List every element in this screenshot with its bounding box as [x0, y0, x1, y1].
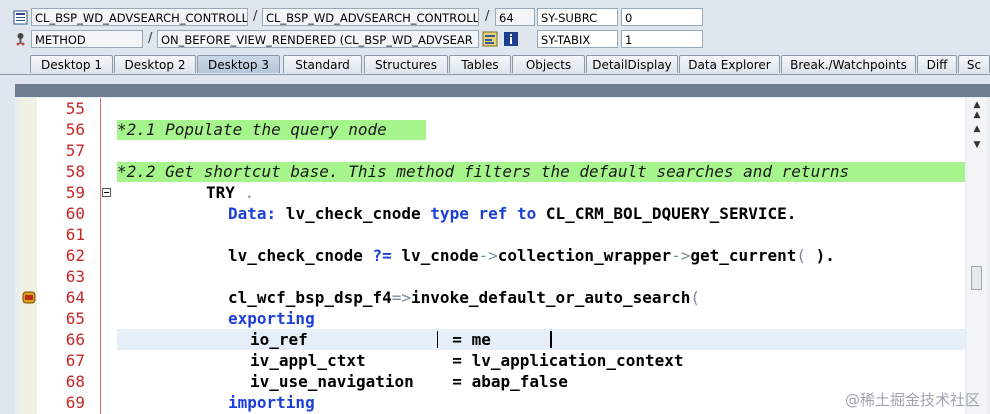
code-text: exporting	[228, 309, 315, 328]
line-number: 68	[65, 372, 85, 391]
tab-standard[interactable]: Standard	[283, 55, 362, 73]
separator: /	[253, 9, 258, 24]
collapse-block-icon[interactable]	[102, 188, 111, 197]
variable-value-sy-subrc[interactable]: 0	[621, 8, 703, 26]
code-text: importing	[228, 393, 315, 412]
code-text: cl_wcf_bsp_dsp_f4=>invoke_default_or_aut…	[228, 288, 701, 307]
variable-name-sy-subrc[interactable]: SY-SUBRC	[537, 8, 618, 26]
tab-diff[interactable]: Diff	[917, 55, 957, 73]
line-number: 67	[65, 351, 85, 370]
line-number: 64	[65, 288, 85, 307]
line-number: 62	[65, 246, 85, 265]
code-line[interactable]: 59 TRY .	[19, 182, 965, 203]
text-cursor	[437, 331, 438, 348]
tab-data-explorer[interactable]: Data Explorer	[679, 55, 780, 73]
code-text: io_ref = me	[250, 330, 491, 349]
code-line[interactable]: 58 *2.2 Get shortcut base. This method f…	[19, 161, 965, 182]
source-code-editor[interactable]: 55 56 *2.1 Populate the query node 57 58…	[19, 98, 965, 414]
line-number: 58	[65, 162, 85, 181]
code-text: lv_check_cnode ?= lv_cnode->collection_w…	[228, 246, 835, 265]
scroll-thumb[interactable]	[971, 266, 982, 290]
line-number: 55	[65, 99, 85, 118]
line-number: 61	[65, 225, 85, 244]
desktop-tab-strip: Desktop 1 Desktop 2 Desktop 3 Standard S…	[0, 55, 990, 75]
code-line[interactable]: 61	[19, 224, 965, 245]
tab-breakpoints-watchpoints[interactable]: Break./Watchpoints	[781, 55, 916, 73]
code-line[interactable]: 63	[19, 266, 965, 287]
debugger-header: CL_BSP_WD_ADVSEARCH_CONTROLLE / CL_BSP_W…	[0, 0, 990, 55]
line-number: 69	[65, 393, 85, 412]
editor-title-bar	[15, 84, 990, 97]
separator: /	[485, 9, 490, 24]
code-line[interactable]: 56 *2.1 Populate the query node	[19, 119, 965, 140]
source-code-frame: 55 56 *2.1 Populate the query node 57 58…	[15, 84, 990, 414]
program-list-icon	[13, 10, 28, 25]
line-number: 56	[65, 120, 85, 139]
scroll-down-icon[interactable]: ▼	[970, 140, 984, 150]
tab-objects[interactable]: Objects	[512, 55, 585, 73]
code-line[interactable]: 62 lv_check_cnode ?= lv_cnode->collectio…	[19, 245, 965, 266]
code-line[interactable]: 57	[19, 140, 965, 161]
program-name-field[interactable]: CL_BSP_WD_ADVSEARCH_CONTROLLE	[31, 8, 248, 26]
code-text: TRY .	[206, 183, 255, 202]
scroll-up-icon[interactable]: ▲	[970, 124, 984, 134]
variable-value-sy-tabix[interactable]: 1	[621, 30, 703, 48]
line-number: 63	[65, 267, 85, 286]
code-line[interactable]: 64 cl_wcf_bsp_dsp_f4=>invoke_default_or_…	[19, 287, 965, 308]
event-type-field[interactable]: METHOD	[31, 30, 143, 48]
method-pin-icon	[16, 33, 25, 46]
breakpoint-icon[interactable]	[22, 291, 36, 304]
caret	[550, 331, 552, 348]
scroll-page-up-icon[interactable]: ▲	[970, 110, 984, 120]
code-line[interactable]: 66 io_ref = me	[19, 329, 965, 350]
code-line[interactable]: 69 importing	[19, 392, 965, 413]
tab-desktop-2[interactable]: Desktop 2	[114, 55, 196, 73]
line-number: 60	[65, 204, 85, 223]
code-comment: *2.1 Populate the query node	[117, 120, 387, 139]
separator: /	[148, 31, 153, 46]
watermark: @稀土掘金技术社区	[844, 391, 980, 409]
code-line[interactable]: 65 exporting	[19, 308, 965, 329]
code-line[interactable]: 67 iv_appl_ctxt = lv_application_context	[19, 350, 965, 371]
line-number: 65	[65, 309, 85, 328]
code-comment: *2.2 Get shortcut base. This method filt…	[117, 162, 850, 181]
tab-detail-display[interactable]: DetailDisplay	[586, 55, 678, 73]
display-object-icon[interactable]	[482, 31, 498, 47]
include-name-field[interactable]: CL_BSP_WD_ADVSEARCH_CONTROLLE	[262, 8, 479, 26]
tab-tables[interactable]: Tables	[449, 55, 511, 73]
code-text: iv_appl_ctxt = lv_application_context	[250, 351, 684, 370]
tab-script[interactable]: Sc	[958, 55, 990, 73]
tab-desktop-1[interactable]: Desktop 1	[30, 55, 113, 73]
scroll-top-icon[interactable]: ▲	[970, 100, 984, 110]
tab-desktop-3[interactable]: Desktop 3	[197, 55, 280, 73]
code-line[interactable]: 60 Data: lv_check_cnode type ref to CL_C…	[19, 203, 965, 224]
line-number: 57	[65, 141, 85, 160]
variable-name-sy-tabix[interactable]: SY-TABIX	[537, 30, 618, 48]
code-text: iv_use_navigation = abap_false	[250, 372, 568, 391]
vertical-scrollbar[interactable]: ▲ ▲ ▲ ▼	[967, 98, 987, 414]
line-number: 66	[65, 330, 85, 349]
event-name-field[interactable]: ON_BEFORE_VIEW_RENDERED (CL_BSP_WD_ADVSE…	[157, 30, 479, 48]
code-line[interactable]: 68 iv_use_navigation = abap_false	[19, 371, 965, 392]
line-number-field[interactable]: 64	[495, 8, 535, 26]
tab-structures[interactable]: Structures	[364, 55, 448, 73]
line-number: 59	[65, 183, 85, 202]
code-text: Data: lv_check_cnode type ref to CL_CRM_…	[228, 204, 797, 223]
code-line[interactable]: 55	[19, 98, 965, 119]
info-icon[interactable]	[503, 31, 519, 47]
